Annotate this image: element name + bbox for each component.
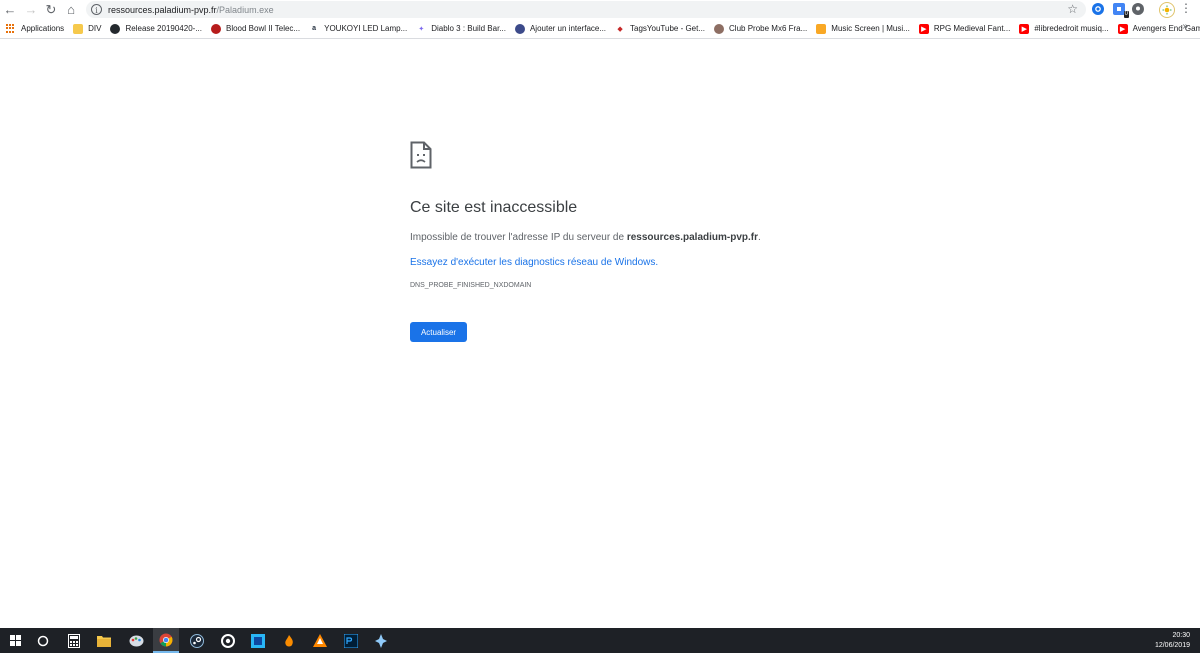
bookmark-label: RPG Medieval Fant... xyxy=(933,24,1011,33)
home-button[interactable]: ⌂ xyxy=(61,0,81,19)
extension-blue-circle-icon[interactable] xyxy=(1092,3,1104,15)
forward-button[interactable]: → xyxy=(21,0,41,19)
site-icon xyxy=(514,23,525,34)
more-bookmarks-chevron-icon[interactable]: » xyxy=(1182,21,1188,32)
youtube-icon: ▶ xyxy=(1117,23,1128,34)
bookmark-label: DIV xyxy=(88,24,102,33)
app-square-icon[interactable] xyxy=(245,628,271,653)
bookmark-div[interactable]: DIV xyxy=(73,20,105,38)
forward-arrow-icon: → xyxy=(24,2,38,17)
reload-icon: ↻ xyxy=(45,1,57,17)
bookmark-applications[interactable]: Applications xyxy=(6,20,68,38)
url-host: ressources.paladium-pvp.fr xyxy=(108,4,217,15)
app-flame-icon[interactable] xyxy=(276,628,302,653)
bookmark-release[interactable]: Release 20190420-... xyxy=(110,20,206,38)
bookmark-ajouter[interactable]: Ajouter un interface... xyxy=(514,20,610,38)
reload-button[interactable]: ↻ xyxy=(41,0,61,19)
extension-pin-icon[interactable] xyxy=(1132,3,1144,15)
diablo-icon: ✦ xyxy=(416,23,427,34)
bookmark-label: #librededroit musiq... xyxy=(1034,24,1109,33)
error-description: Impossible de trouver l'adresse IP du se… xyxy=(410,232,970,243)
windows-taskbar: 20:30 12/06/2019 xyxy=(0,628,1200,653)
bookmark-bloodbowl[interactable]: Blood Bowl II Telec... xyxy=(210,20,304,38)
error-content: Ce site est inaccessible Impossible de t… xyxy=(410,141,970,289)
folder-icon xyxy=(73,23,84,34)
app-star-icon[interactable] xyxy=(368,628,394,653)
windows-start-icon[interactable] xyxy=(2,628,28,653)
browser-toolbar: ← → ↻ ⌂ i ressources.paladium-pvp.fr/Pal… xyxy=(0,0,1200,19)
url-text: ressources.paladium-pvp.fr/Paladium.exe xyxy=(108,5,274,15)
bookmark-librededroit[interactable]: ▶ #librededroit musiq... xyxy=(1019,20,1112,38)
vlc-icon[interactable] xyxy=(307,628,333,653)
error-host: ressources.paladium-pvp.fr xyxy=(626,232,758,243)
bookmark-label: Release 20190420-... xyxy=(125,24,202,33)
github-icon xyxy=(110,23,121,34)
music-icon xyxy=(816,23,827,34)
tags-icon: ◆ xyxy=(615,23,626,34)
app-circle-icon[interactable] xyxy=(215,628,241,653)
sad-document-icon xyxy=(410,141,432,169)
network-diagnostics-link[interactable]: Essayez d'exécuter les diagnostics résea… xyxy=(410,257,970,268)
youtube-icon: ▶ xyxy=(1019,23,1030,34)
bookmark-label: Diablo 3 : Build Bar... xyxy=(431,24,506,33)
bookmark-clubprobe[interactable]: Club Probe Mx6 Fra... xyxy=(714,20,811,38)
back-arrow-icon: ← xyxy=(3,2,17,17)
extension-sun-icon[interactable] xyxy=(1159,2,1175,18)
calculator-icon[interactable] xyxy=(61,628,87,653)
amazon-icon: a xyxy=(309,23,320,34)
extension-badge-count: 0 xyxy=(1123,11,1129,18)
bookmark-musicscreen[interactable]: Music Screen | Musi... xyxy=(816,20,914,38)
paint-icon[interactable] xyxy=(123,628,149,653)
reload-page-button[interactable]: Actualiser xyxy=(410,322,467,342)
bookmark-diablo[interactable]: ✦ Diablo 3 : Build Bar... xyxy=(416,20,510,38)
bookmarks-bar: Applications DIV Release 20190420-... Bl… xyxy=(0,19,1200,39)
bookmark-label: Club Probe Mx6 Fra... xyxy=(729,24,808,33)
clock-date: 12/06/2019 xyxy=(1154,642,1190,649)
error-description-text: Impossible de trouver l'adresse IP du se… xyxy=(410,232,627,243)
chrome-icon[interactable] xyxy=(153,628,179,653)
bookmark-label: TagsYouTube - Get... xyxy=(630,24,706,33)
cortana-search-icon[interactable] xyxy=(30,628,56,653)
bookmark-rpgmedieval[interactable]: ▶ RPG Medieval Fant... xyxy=(918,20,1014,38)
photoshop-icon[interactable] xyxy=(338,628,364,653)
steam-icon[interactable] xyxy=(184,628,210,653)
apps-grid-icon xyxy=(6,23,16,34)
info-icon[interactable]: i xyxy=(91,4,102,15)
clock-time: 20:30 xyxy=(1172,632,1190,639)
bookmark-label: YOUKOYI LED Lamp... xyxy=(324,24,408,33)
bloodbowl-icon xyxy=(210,23,221,34)
url-path: /Paladium.exe xyxy=(216,4,274,15)
bookmark-label: Avengers End Gam... xyxy=(1132,24,1200,33)
error-description-end: . xyxy=(758,232,761,243)
error-code: DNS_PROBE_FINISHED_NXDOMAIN xyxy=(410,282,532,289)
address-bar[interactable]: i ressources.paladium-pvp.fr/Paladium.ex… xyxy=(86,1,1086,18)
bookmark-youkoyi[interactable]: a YOUKOYI LED Lamp... xyxy=(309,20,411,38)
file-explorer-icon[interactable] xyxy=(91,628,117,653)
bookmark-tagsyoutube[interactable]: ◆ TagsYouTube - Get... xyxy=(615,20,709,38)
bookmark-label: Ajouter un interface... xyxy=(529,24,607,33)
bookmark-label: Blood Bowl II Telec... xyxy=(225,24,301,33)
youtube-icon: ▶ xyxy=(918,23,929,34)
extension-badge-icon[interactable]: 0 xyxy=(1113,3,1129,18)
system-clock[interactable]: 20:30 12/06/2019 xyxy=(1155,631,1190,651)
back-button[interactable]: ← xyxy=(0,0,20,19)
club-icon xyxy=(714,23,725,34)
bookmark-label: Applications xyxy=(21,24,65,33)
bookmark-star-icon[interactable]: ☆ xyxy=(1067,2,1078,16)
home-icon: ⌂ xyxy=(67,2,75,17)
menu-kebab-icon[interactable]: ⋮ xyxy=(1180,1,1192,15)
error-title: Ce site est inaccessible xyxy=(410,199,578,216)
bookmark-label: Music Screen | Musi... xyxy=(831,24,910,33)
